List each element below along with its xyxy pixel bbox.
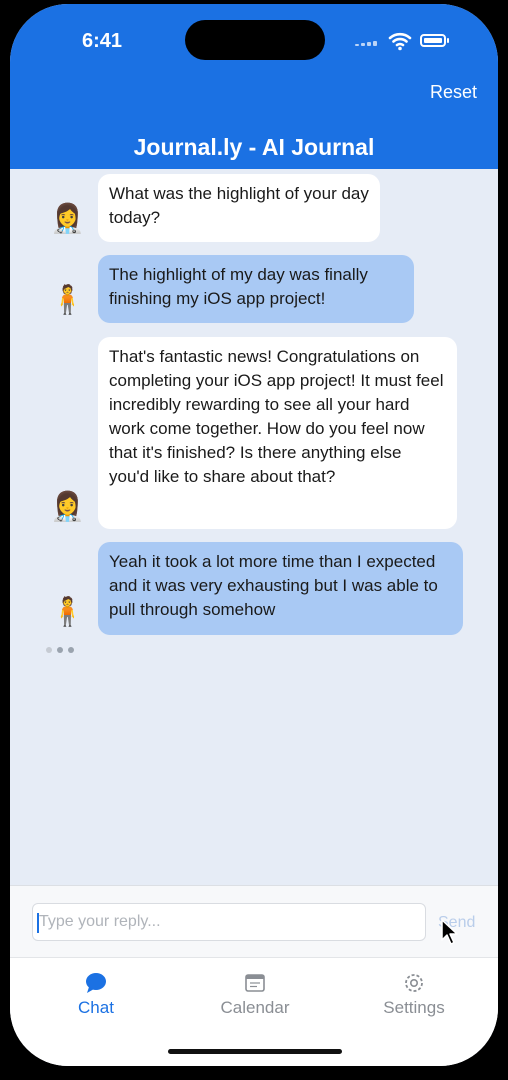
ai-message: That's fantastic news! Congratulations o… (98, 337, 457, 529)
app-header: 6:41 Reset Journal.ly - AI Journal (10, 4, 498, 169)
tab-settings[interactable]: Settings (354, 972, 474, 1018)
calendar-icon (245, 974, 265, 992)
ai-avatar-icon: 👩‍⚕️ (50, 203, 85, 234)
wifi-icon (388, 32, 412, 51)
chat-area[interactable]: 👩‍⚕️ What was the highlight of your day … (10, 169, 498, 885)
home-indicator (168, 1049, 342, 1054)
tab-calendar[interactable]: Calendar (195, 972, 315, 1018)
phone-screen: 6:41 Reset Journal.ly - AI Journal 👩‍⚕️ … (10, 4, 498, 1066)
battery-icon (420, 34, 446, 47)
user-avatar-icon: 🧍 (50, 284, 85, 315)
mouse-cursor-icon (441, 919, 458, 945)
chat-bubble-icon (86, 973, 106, 993)
typing-indicator (46, 647, 74, 653)
cellular-signal-icon (355, 40, 379, 46)
reset-button[interactable]: Reset (430, 82, 477, 103)
user-message: The highlight of my day was finally fini… (98, 255, 414, 323)
page-title: Journal.ly - AI Journal (133, 134, 375, 160)
tab-bar: Chat Calendar Settings (10, 957, 498, 1066)
reply-input[interactable]: Type your reply... (32, 903, 426, 941)
tab-settings-label: Settings (383, 998, 445, 1017)
dynamic-island (185, 20, 325, 60)
tab-chat-label: Chat (78, 998, 114, 1017)
battery-tip (447, 38, 449, 43)
composer-bar: Type your reply... Send (10, 885, 498, 958)
ai-message: What was the highlight of your day today… (98, 174, 380, 242)
user-avatar-icon: 🧍 (50, 596, 85, 627)
tab-calendar-label: Calendar (220, 998, 290, 1017)
tab-chat[interactable]: Chat (36, 972, 156, 1018)
gear-icon (405, 974, 423, 992)
user-message: Yeah it took a lot more time than I expe… (98, 542, 463, 635)
ai-avatar-icon: 👩‍⚕️ (50, 491, 85, 522)
status-time: 6:41 (82, 30, 123, 52)
